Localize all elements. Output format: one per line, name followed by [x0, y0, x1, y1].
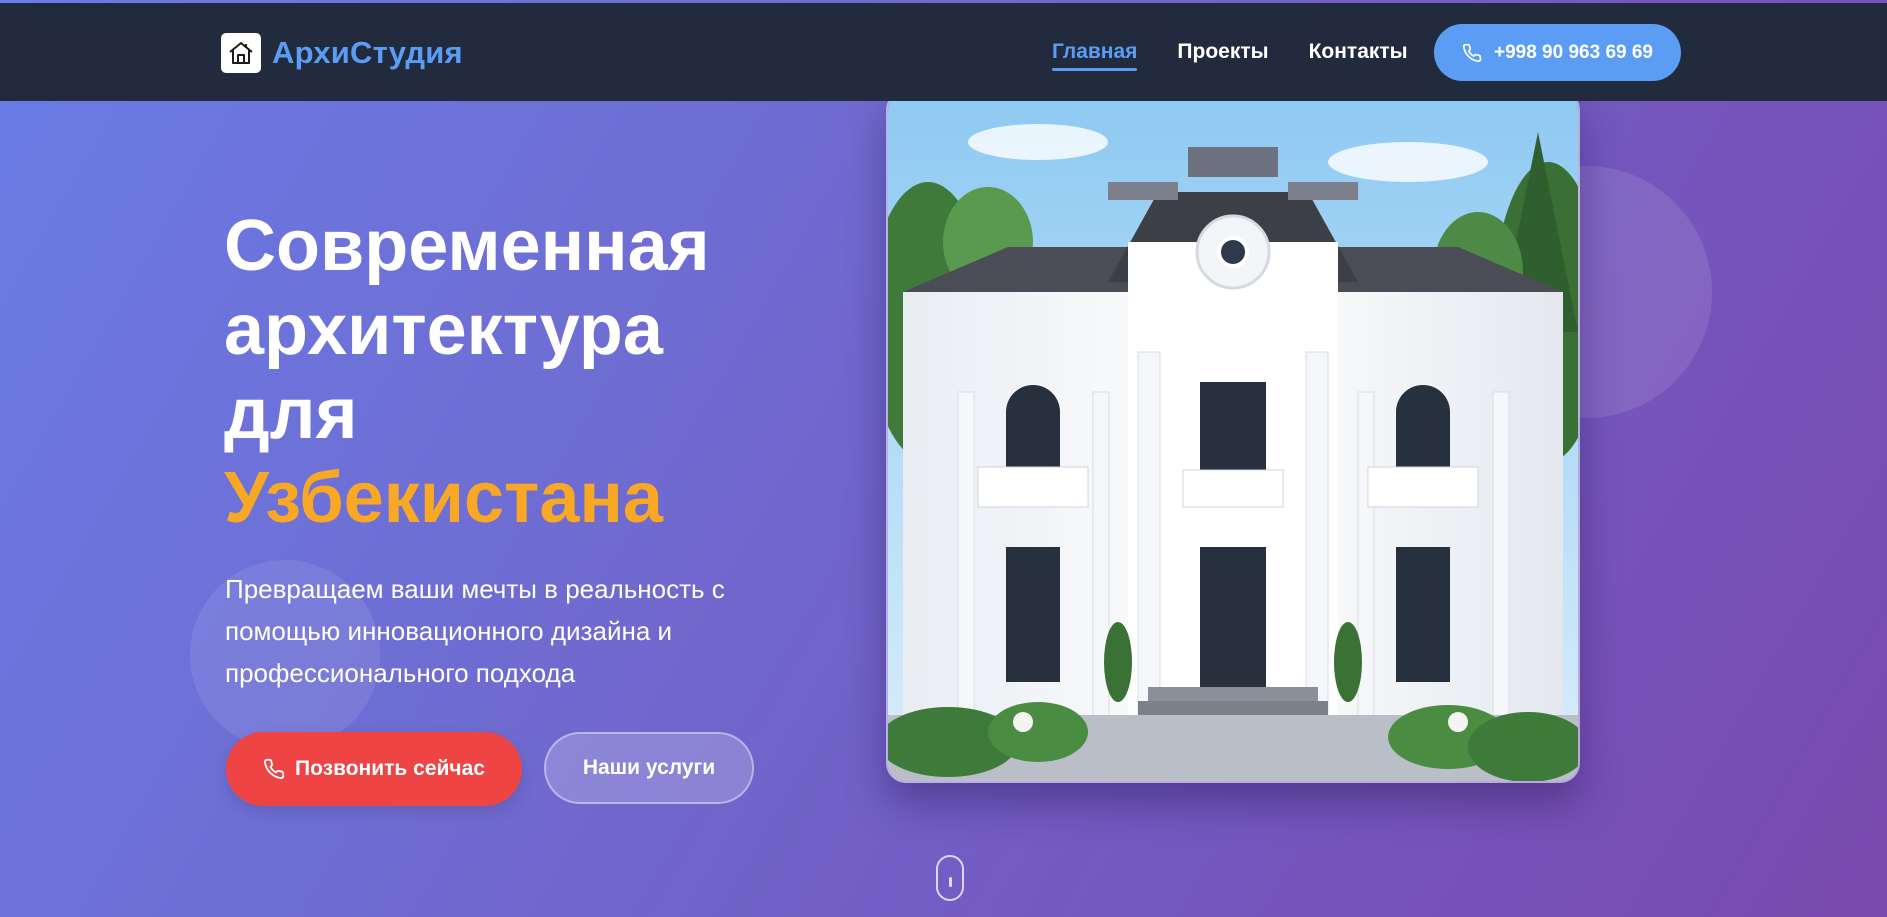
headline-accent: Узбекистана	[224, 458, 663, 538]
brand[interactable]: АрхиСтудия	[221, 33, 463, 73]
headline-line: архитектура	[224, 290, 663, 370]
headline-line: для	[224, 374, 358, 454]
hero-section: Современная архитектура для Узбекистана …	[0, 0, 1887, 917]
phone-call-button[interactable]: +998 90 963 69 69	[1434, 24, 1681, 81]
villa-photo	[886, 90, 1580, 783]
phone-icon	[1462, 43, 1482, 63]
nav-item-contacts[interactable]: Контакты	[1309, 40, 1408, 69]
nav-item-projects[interactable]: Проекты	[1177, 40, 1268, 69]
brand-name: АрхиСтудия	[272, 35, 463, 70]
phone-icon	[263, 758, 285, 780]
hero-subtitle: Превращаем ваши мечты в реальность с пом…	[225, 574, 725, 688]
nav-item-home[interactable]: Главная	[1052, 40, 1138, 71]
scroll-down-mouse-icon[interactable]	[936, 855, 964, 901]
house-logo-icon	[221, 33, 261, 73]
our-services-button[interactable]: Наши услуги	[544, 732, 754, 804]
top-navbar: АрхиСтудия Главная Проекты Контакты +998…	[0, 3, 1887, 101]
headline-line: Современная	[224, 206, 710, 286]
call-now-button[interactable]: Позвонить сейчас	[226, 732, 522, 806]
scroll-wheel-dot	[949, 877, 952, 887]
phone-number-label: +998 90 963 69 69	[1493, 41, 1653, 63]
call-now-label: Позвонить сейчас	[295, 757, 485, 780]
hero-headline: Современная архитектура для Узбекистана	[224, 204, 824, 540]
main-nav: Главная Проекты Контакты	[1052, 40, 1448, 71]
